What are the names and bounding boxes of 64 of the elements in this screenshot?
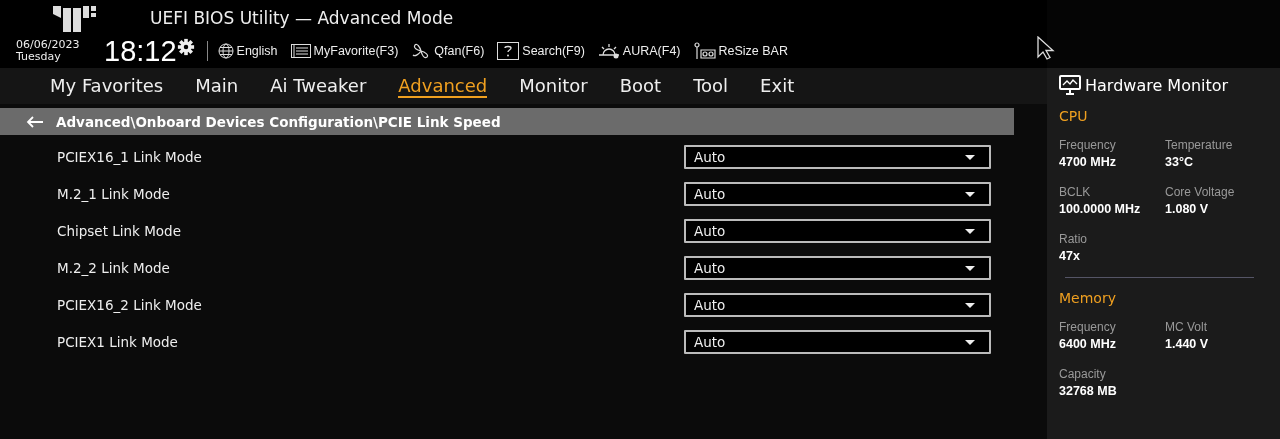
caret-icon xyxy=(965,154,975,160)
setting-label: PCIEX16_2 Link Mode xyxy=(57,297,203,313)
caret-icon xyxy=(965,191,975,197)
metric-value: 33°C xyxy=(1165,155,1194,169)
metric-value: 1.080 V xyxy=(1165,202,1210,216)
metric-label: MC Volt xyxy=(1165,320,1208,334)
toolbar-button[interactable]: ReSize BAR xyxy=(693,42,788,60)
section-heading: Memory xyxy=(1059,290,1117,306)
light-icon xyxy=(597,43,620,59)
metric-value: 32768 MB xyxy=(1059,384,1118,398)
back-arrow-icon[interactable] xyxy=(26,115,44,128)
menu-tab[interactable]: My Favorites xyxy=(50,74,164,98)
monitor-icon xyxy=(1059,75,1081,95)
menu-tab[interactable]: Main xyxy=(195,74,239,98)
settings-icon[interactable] xyxy=(176,38,195,56)
setting-label: Chipset Link Mode xyxy=(57,223,182,239)
toolbar-button[interactable]: AURA(F4) xyxy=(597,43,681,59)
metric-label: Frequency xyxy=(1059,138,1117,152)
globe-icon xyxy=(217,43,234,59)
date-text: 06/06/2023 xyxy=(16,39,81,51)
caret-icon xyxy=(965,302,975,308)
metric-value: 4700 MHz xyxy=(1059,155,1117,169)
metric-label: Frequency xyxy=(1059,320,1117,334)
dropdown[interactable]: Auto xyxy=(684,256,991,280)
toolbar-button[interactable]: English xyxy=(217,43,278,59)
dropdown[interactable]: Auto xyxy=(684,145,991,169)
help-icon xyxy=(497,42,520,60)
metric-label: Temperature xyxy=(1165,138,1234,152)
list-icon xyxy=(290,44,311,58)
caret-icon xyxy=(965,265,975,271)
menu-tab[interactable]: Advanced xyxy=(398,74,488,98)
setting-label: PCIEX1 Link Mode xyxy=(57,334,179,350)
menu-tab[interactable]: Exit xyxy=(760,74,795,98)
metric-value: 6400 MHz xyxy=(1059,337,1117,351)
toolbar-button[interactable]: Search(F9) xyxy=(497,42,585,60)
menu-tab[interactable]: Tool xyxy=(693,74,729,98)
menu-tab[interactable]: Ai Tweaker xyxy=(270,74,367,98)
metric-label: BCLK xyxy=(1059,185,1092,199)
breadcrumb-path: Advanced\Onboard Devices Configuration\PCIE Link Speed xyxy=(56,113,501,130)
dropdown[interactable]: Auto xyxy=(684,182,991,206)
menu-tab[interactable]: Boot xyxy=(619,74,662,98)
setting-label: PCIEX16_1 Link Mode xyxy=(57,149,203,165)
dropdown[interactable]: Auto xyxy=(684,330,991,354)
window-title: UEFI BIOS Utility — Advanced Mode xyxy=(150,8,454,28)
metric-label: Ratio xyxy=(1059,232,1088,246)
clock-text: 18:12 xyxy=(104,36,177,66)
setting-label: M.2_1 Link Mode xyxy=(57,186,171,202)
metric-value: 47x xyxy=(1059,249,1081,263)
section-heading: CPU xyxy=(1059,108,1089,124)
menu-tab[interactable]: Monitor xyxy=(519,74,588,98)
metric-value: 1.440 V xyxy=(1165,337,1210,351)
caret-icon xyxy=(965,339,975,345)
caret-icon xyxy=(965,228,975,234)
setting-label: M.2_2 Link Mode xyxy=(57,260,171,276)
dropdown[interactable]: Auto xyxy=(684,219,991,243)
panel-title: Hardware Monitor xyxy=(1085,75,1229,95)
metric-value: 100.0000 MHz xyxy=(1059,202,1142,216)
metric-label: Core Voltage xyxy=(1165,185,1236,199)
metric-label: Capacity xyxy=(1059,367,1107,381)
toolbar-button[interactable]: MyFavorite(F3) xyxy=(290,44,399,58)
toolbar-button[interactable]: Qfan(F6) xyxy=(411,43,485,59)
dropdown[interactable]: Auto xyxy=(684,293,991,317)
weekday-text: Tuesday xyxy=(16,51,62,63)
graphics-card-icon xyxy=(693,42,716,60)
